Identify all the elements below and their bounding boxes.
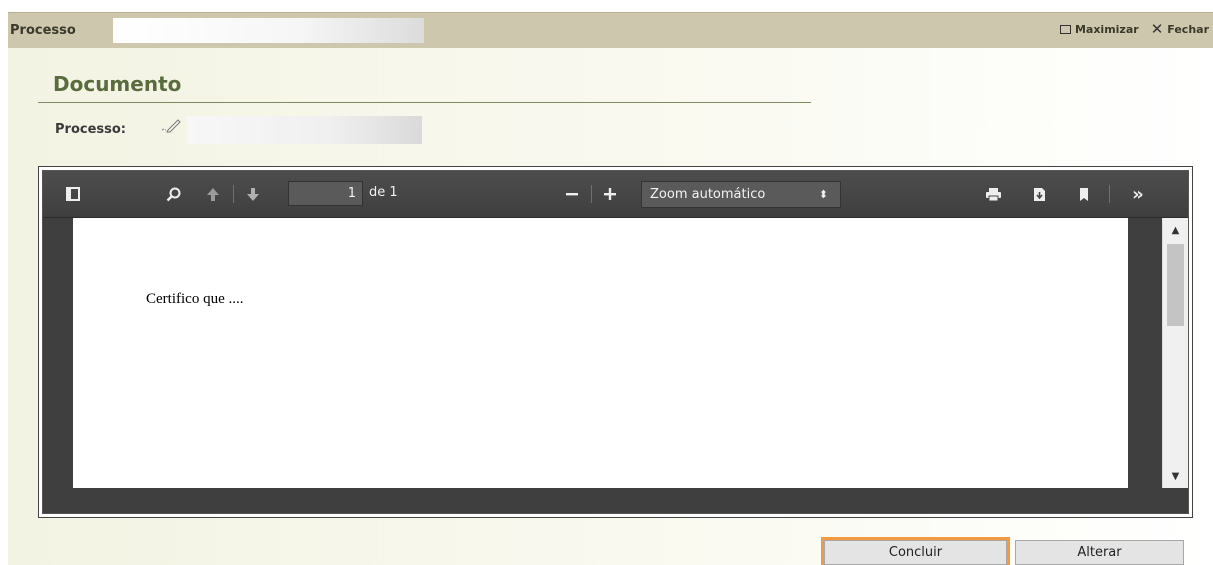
find-button[interactable] bbox=[161, 171, 185, 217]
window-content: Documento Processo: 1 de 1 Zoom automáti… bbox=[8, 48, 1213, 565]
zoom-out-button[interactable] bbox=[561, 171, 583, 217]
zoom-in-button[interactable] bbox=[599, 171, 621, 217]
print-button[interactable] bbox=[981, 171, 1005, 217]
tools-button[interactable]: » bbox=[1123, 171, 1153, 217]
close-button[interactable]: ✕ Fechar bbox=[1150, 20, 1209, 38]
close-label: Fechar bbox=[1167, 23, 1209, 36]
search-icon bbox=[166, 187, 180, 201]
document-text: Certifico que .... bbox=[146, 291, 244, 307]
tools-icon: » bbox=[1132, 183, 1144, 205]
sidebar-toggle-button[interactable] bbox=[61, 171, 85, 217]
redacted-process-number bbox=[187, 116, 422, 144]
pdf-page: Certifico que .... bbox=[73, 218, 1128, 488]
maximize-icon bbox=[1059, 25, 1071, 34]
pdf-viewer: 1 de 1 Zoom automático ⬍ » Certifico que… bbox=[42, 170, 1189, 514]
toolbar-separator bbox=[591, 185, 592, 203]
window-titlebar: Processo Maximizar ✕ Fechar bbox=[8, 12, 1213, 48]
vertical-scrollbar[interactable]: ▲ ▼ bbox=[1162, 218, 1188, 488]
scrollbar-thumb[interactable] bbox=[1167, 244, 1184, 326]
bookmark-icon bbox=[1080, 187, 1088, 201]
window-title: Processo bbox=[10, 23, 76, 38]
previous-page-button[interactable] bbox=[201, 171, 225, 217]
change-button[interactable]: Alterar bbox=[1015, 540, 1184, 565]
scroll-up-icon[interactable]: ▲ bbox=[1163, 220, 1188, 240]
maximize-button[interactable]: Maximizar bbox=[1059, 23, 1139, 36]
zoom-out-icon bbox=[566, 193, 578, 196]
process-window: Processo Maximizar ✕ Fechar Documento Pr… bbox=[0, 0, 1213, 565]
select-arrows-icon: ⬍ bbox=[818, 188, 828, 201]
bookmark-button[interactable] bbox=[1073, 171, 1095, 217]
next-page-button[interactable] bbox=[241, 171, 265, 217]
page-count-label: de 1 bbox=[369, 185, 398, 200]
print-icon bbox=[985, 187, 1001, 201]
previous-page-icon bbox=[207, 187, 219, 201]
download-icon bbox=[1033, 187, 1045, 201]
edit-pencil-icon[interactable] bbox=[160, 117, 182, 137]
page-title: Documento bbox=[53, 72, 182, 96]
sidebar-toggle-icon bbox=[66, 187, 80, 201]
scroll-down-icon[interactable]: ▼ bbox=[1163, 466, 1188, 486]
download-button[interactable] bbox=[1027, 171, 1051, 217]
pdf-page-area: Certifico que .... ▲ ▼ bbox=[43, 218, 1188, 513]
maximize-label: Maximizar bbox=[1074, 23, 1139, 36]
page-number-input[interactable]: 1 bbox=[288, 181, 363, 206]
title-divider bbox=[38, 102, 811, 103]
next-page-icon bbox=[247, 187, 259, 201]
zoom-select[interactable]: Zoom automático ⬍ bbox=[641, 181, 841, 208]
conclude-button[interactable]: Concluir bbox=[821, 537, 1010, 565]
toolbar-separator bbox=[1109, 185, 1110, 203]
redacted-process-id bbox=[113, 18, 424, 43]
toolbar-separator bbox=[233, 185, 234, 203]
window-controls: Maximizar ✕ Fechar bbox=[1059, 20, 1209, 38]
close-icon: ✕ bbox=[1150, 20, 1164, 38]
zoom-select-value: Zoom automático bbox=[650, 187, 766, 202]
process-label: Processo: bbox=[55, 122, 126, 137]
zoom-in-icon bbox=[604, 188, 616, 200]
pdf-viewer-frame: 1 de 1 Zoom automático ⬍ » Certifico que… bbox=[38, 166, 1193, 518]
pdf-toolbar: 1 de 1 Zoom automático ⬍ » bbox=[43, 171, 1188, 218]
